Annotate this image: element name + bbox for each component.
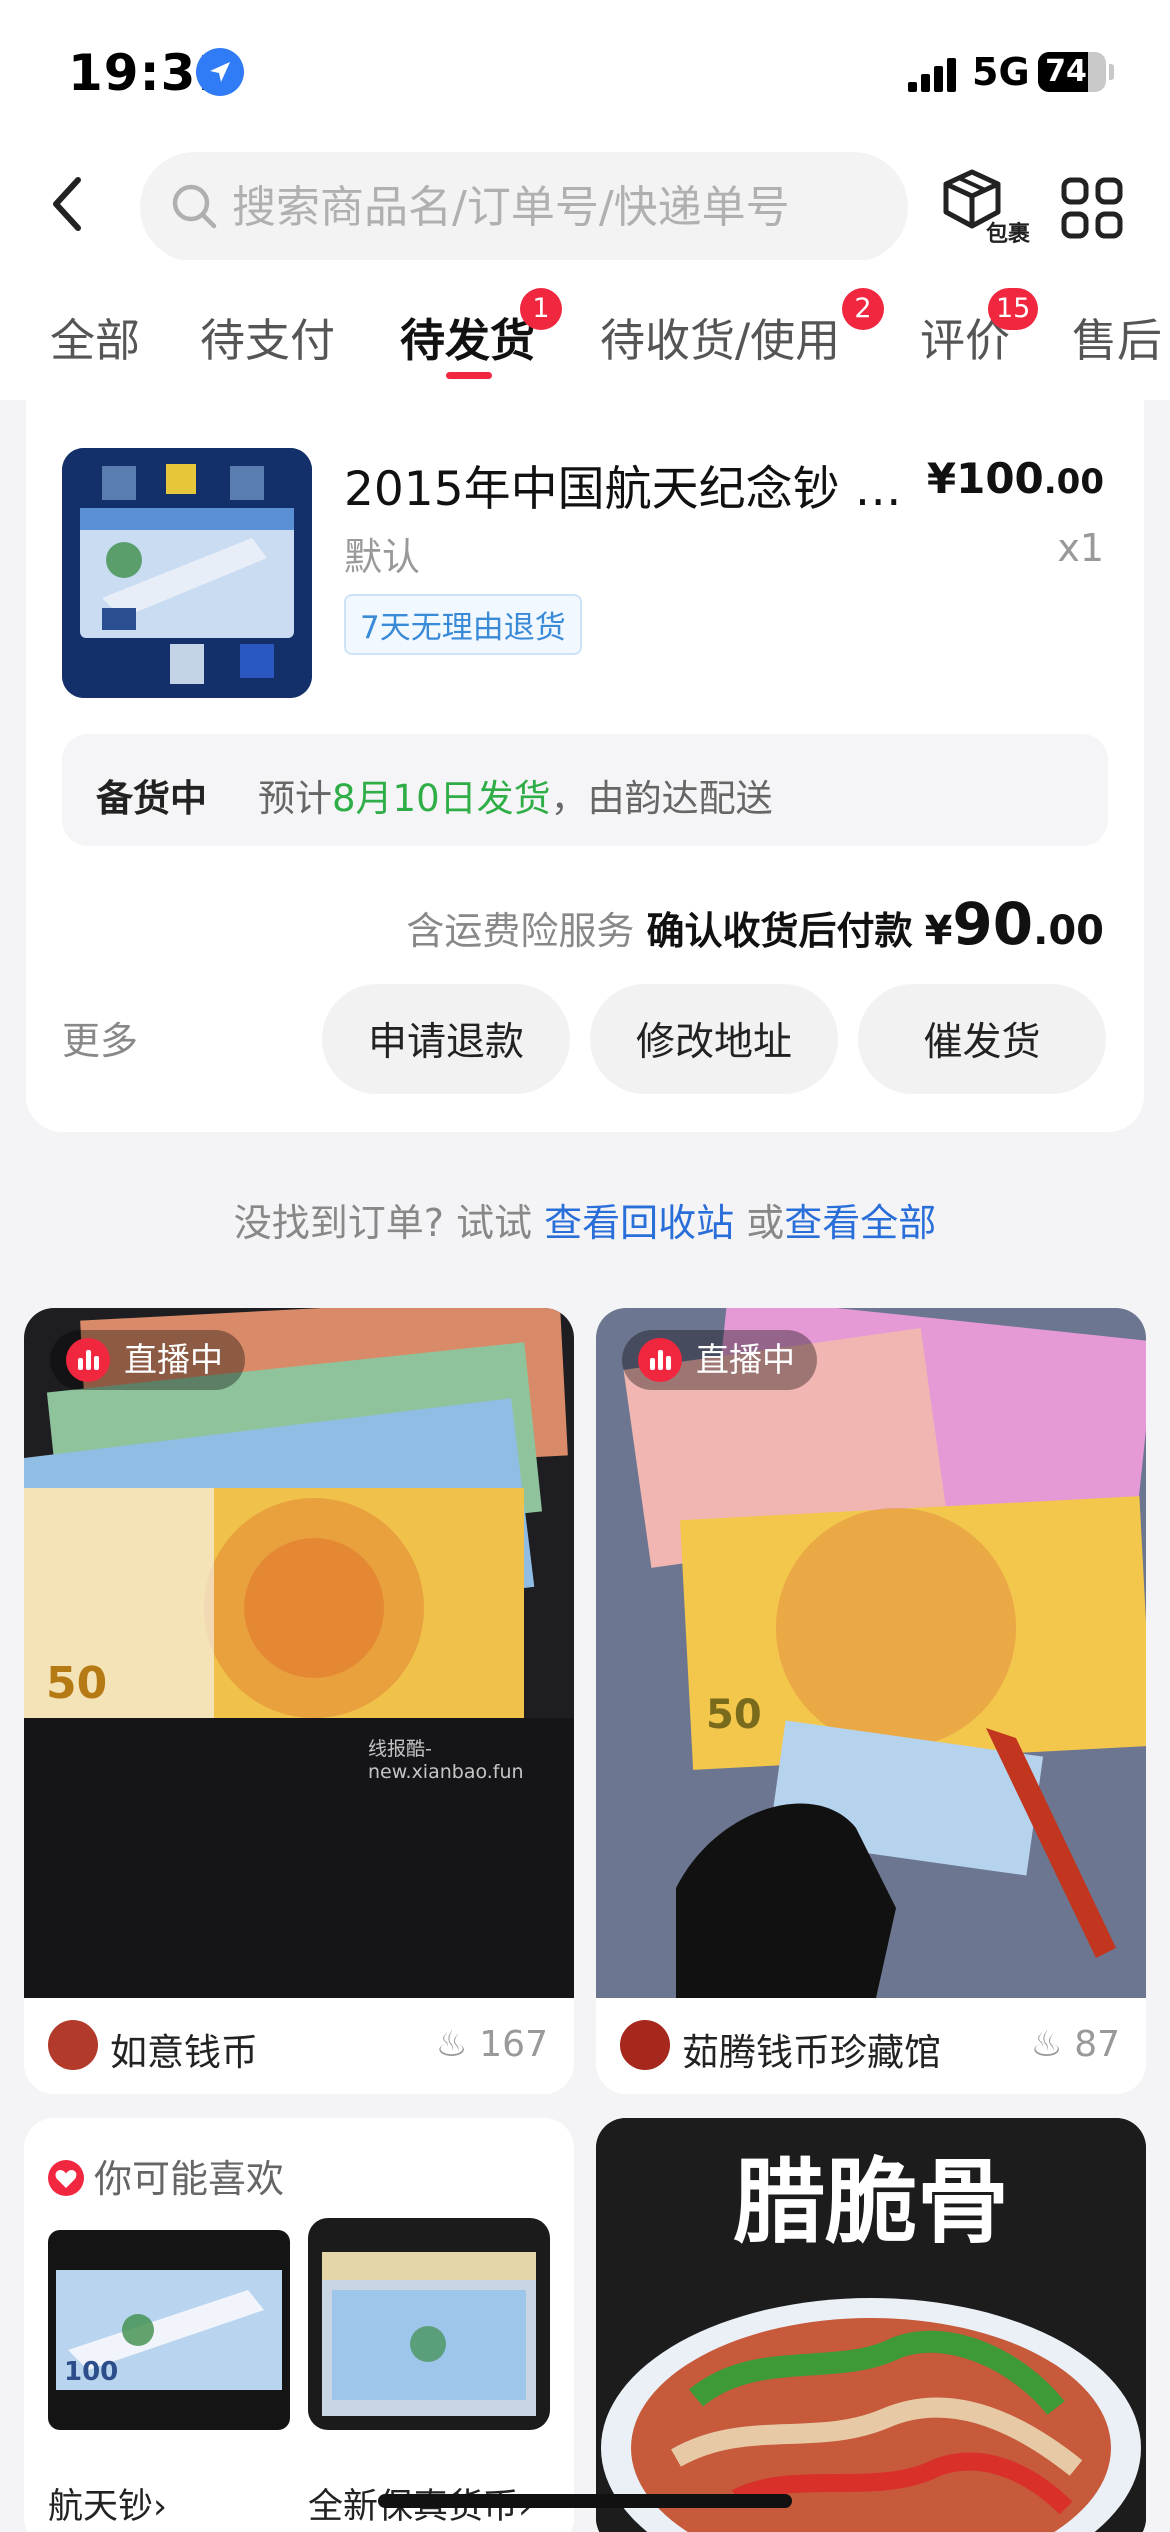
order-not-found-hint: 没找到订单? 试试 查看回收站 或查看全部: [0, 1192, 1170, 1247]
network-type: 5G: [972, 50, 1030, 94]
not-found-or: 或: [746, 1201, 785, 1245]
tab-label: 待收货/使用: [600, 314, 841, 367]
product-ad-card[interactable]: 腊脆骨: [596, 2118, 1146, 2532]
order-tabs: 全部 待支付 待发货 1 待收货/使用 2 评价 15 售后: [0, 260, 1170, 400]
payment-summary: 含运费险服务 确认收货后付款 ¥90.00: [406, 890, 1104, 958]
avatar[interactable]: [48, 2020, 98, 2070]
popularity-count: ♨ 167: [436, 2024, 548, 2065]
tab-label: 售后: [1072, 314, 1163, 367]
not-found-text: 没找到订单? 试试: [233, 1201, 532, 1245]
chevron-right-icon: ›: [153, 2487, 168, 2527]
pay-currency: ¥: [924, 908, 953, 954]
package-label: 包裹: [986, 222, 1031, 247]
tab-pending-payment[interactable]: 待支付: [200, 304, 335, 369]
live-badge: 直播中: [622, 1330, 817, 1390]
battery-icon: 74: [1038, 52, 1106, 92]
popularity-count: ♨ 87: [1030, 2024, 1120, 2065]
shop-name[interactable]: 如意钱币: [110, 2022, 258, 2076]
heart-icon: [48, 2159, 84, 2196]
grid-menu-icon[interactable]: [1060, 176, 1124, 240]
pay-decimal: .00: [1033, 908, 1104, 954]
tab-after-sales[interactable]: 售后: [1072, 304, 1162, 369]
battery-cap: [1109, 64, 1114, 80]
package-button[interactable]: 包裹: [940, 168, 1030, 248]
shipping-info[interactable]: 备货中 预计8月10日发货，由韵达配送: [62, 734, 1108, 846]
popularity-value: 87: [1074, 2024, 1120, 2065]
recommend-header: 你可能喜欢: [48, 2148, 284, 2203]
recommend-title: 你可能喜欢: [94, 2157, 285, 2201]
svg-text:100: 100: [64, 2357, 118, 2387]
tab-label: 待支付: [200, 314, 336, 367]
search-icon: [172, 184, 217, 229]
location-arrow-icon: [196, 48, 244, 96]
live-stream-card[interactable]: 50 直播中 茹腾钱币珍藏馆 ♨ 87: [596, 1308, 1146, 2094]
price-currency: ¥: [926, 454, 957, 503]
return-policy-tag: 7天无理由退货: [344, 594, 582, 655]
header: 包裹: [0, 140, 1170, 262]
live-label: 直播中: [696, 1340, 795, 1379]
back-icon[interactable]: [44, 174, 94, 234]
svg-text:50: 50: [706, 1692, 762, 1738]
shipping-carrier: ，由韵达配送: [550, 777, 773, 820]
shipping-status: 备货中: [96, 777, 207, 820]
avatar[interactable]: [620, 2020, 670, 2070]
ad-title: 腊脆骨: [732, 2148, 1009, 2256]
shop-name[interactable]: 茹腾钱币珍藏馆: [682, 2022, 941, 2076]
watermark: 线报酷-new.xianbao.fun: [368, 1738, 524, 1783]
change-address-button[interactable]: 修改地址: [590, 984, 838, 1094]
price-decimal: .00: [1043, 462, 1104, 502]
live-label: 直播中: [124, 1340, 223, 1379]
recycle-bin-link[interactable]: 查看回收站: [544, 1201, 734, 1245]
recommend-item-label[interactable]: 航天钞›: [48, 2478, 167, 2529]
battery-percent: 74: [1045, 54, 1087, 89]
live-icon: [638, 1338, 682, 1382]
live-stream-image: 50: [24, 1308, 574, 1998]
tab-pending-shipment[interactable]: 待发货 1: [400, 288, 562, 369]
flame-icon: ♨: [1030, 2024, 1063, 2065]
product-thumbnail[interactable]: [62, 448, 312, 698]
product-spec: 默认: [344, 535, 421, 579]
pay-integer: 90: [952, 890, 1034, 958]
flame-icon: ♨: [435, 2024, 468, 2065]
tab-label: 待发货: [400, 314, 536, 367]
more-button[interactable]: 更多: [62, 1010, 138, 1065]
live-stream-image: 50: [596, 1308, 1146, 1998]
active-tab-indicator: [446, 372, 492, 379]
price-integer: 100: [956, 454, 1044, 503]
tab-reviews[interactable]: 评价 15: [920, 288, 1039, 369]
live-badge: 直播中: [50, 1330, 245, 1390]
pay-label: 确认收货后付款: [646, 909, 913, 953]
tab-badge: 2: [842, 288, 884, 330]
recommend-item-text: 航天钞: [48, 2487, 154, 2527]
urge-shipment-button[interactable]: 催发货: [858, 984, 1106, 1094]
tab-badge: 15: [988, 288, 1039, 330]
shipping-prefix: 预计: [258, 777, 332, 820]
tab-label: 全部: [50, 314, 141, 367]
recommend-item-image[interactable]: [308, 2218, 550, 2430]
svg-text:50: 50: [46, 1658, 107, 1709]
live-icon: [66, 1338, 110, 1382]
recommend-card: 你可能喜欢 100 航天钞› 全新保真货币›: [24, 2118, 574, 2532]
product-quantity: x1: [1057, 526, 1104, 570]
live-stream-card[interactable]: 50 直播中 线报酷-new.xianbao.fun 如意钱币 ♨ 167: [24, 1308, 574, 2094]
product-title[interactable]: 2015年中国航天纪念钞 单…: [344, 450, 904, 519]
tab-badge: 1: [520, 288, 562, 330]
signal-icon: [908, 56, 958, 92]
product-price: ¥100.00: [927, 454, 1104, 503]
insurance-service: 含运费险服务: [406, 909, 635, 953]
popularity-value: 167: [479, 2024, 548, 2065]
shipping-detail: 预计8月10日发货，由韵达配送: [258, 768, 773, 822]
order-card[interactable]: 2015年中国航天纪念钞 单… ¥100.00 默认 x1 7天无理由退货 备货…: [26, 396, 1144, 1132]
tab-all[interactable]: 全部: [50, 304, 140, 369]
tab-pending-receipt[interactable]: 待收货/使用 2: [600, 288, 884, 369]
recommend-item-image[interactable]: 100: [48, 2230, 290, 2430]
request-refund-button[interactable]: 申请退款: [322, 984, 570, 1094]
home-indicator: [378, 2494, 792, 2508]
view-all-link[interactable]: 查看全部: [784, 1201, 936, 1245]
shipping-date: 8月10日发货: [332, 777, 551, 820]
status-bar: 19:31 5G 74: [0, 0, 1170, 140]
search-bar[interactable]: [140, 152, 908, 262]
search-input[interactable]: [232, 152, 892, 262]
